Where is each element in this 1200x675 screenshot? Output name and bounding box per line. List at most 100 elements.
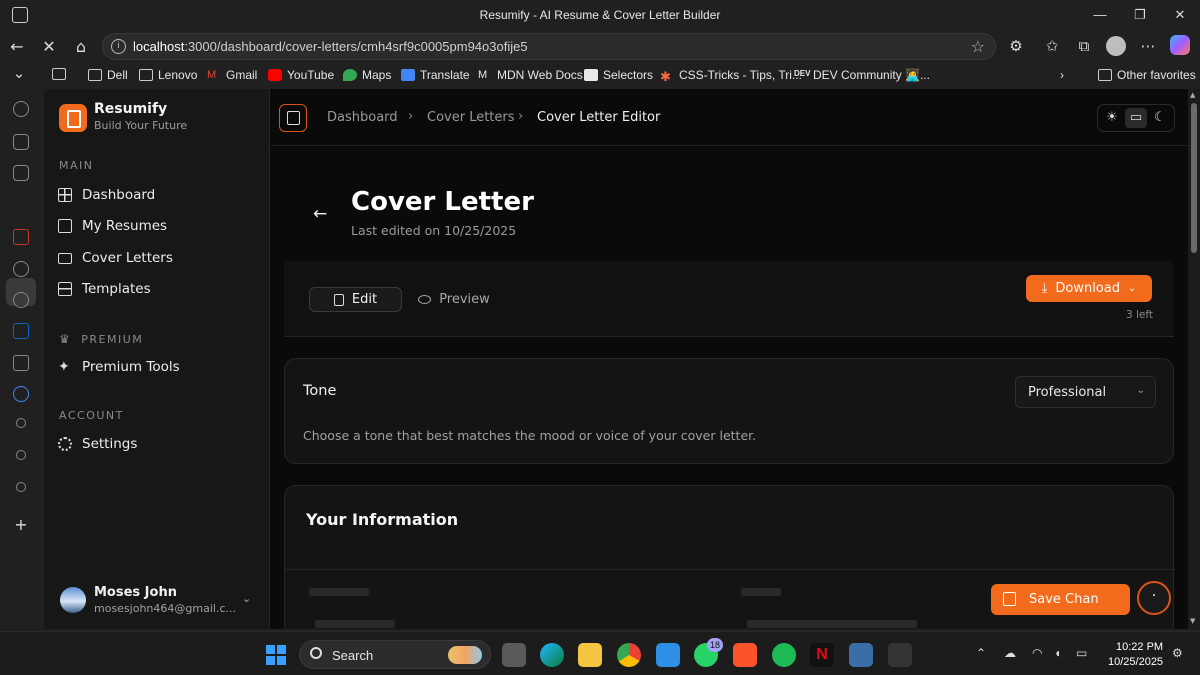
bookmark-selectors[interactable]: Selectors — [584, 68, 653, 82]
notification-icon[interactable]: ⚙ — [1172, 646, 1183, 660]
bookmark-youtube[interactable]: YouTube — [268, 68, 334, 82]
tone-select[interactable]: Professional ⌄ — [1015, 376, 1156, 408]
bookmark-gmail[interactable]: M Gmail — [207, 68, 257, 82]
chevron-down-icon: ⌄ — [1127, 283, 1137, 294]
clock-date[interactable]: 10/25/2025 — [1108, 656, 1163, 668]
sidebar-toggle-button[interactable] — [279, 104, 307, 132]
floating-action-button[interactable]: · — [1137, 581, 1171, 615]
light-theme-sun-icon[interactable]: ☀ — [1101, 108, 1123, 128]
crown-icon: ♛ — [59, 332, 72, 346]
user-name[interactable]: Moses John — [94, 585, 177, 600]
w3c-icon — [584, 69, 598, 81]
bookmarks-overflow-chevron-icon[interactable]: › — [1060, 68, 1064, 82]
favorite-star-icon[interactable]: ☆ — [971, 37, 985, 56]
user-avatar[interactable] — [60, 587, 86, 613]
url-text[interactable]: localhost:3000/dashboard/cover-letters/c… — [133, 39, 528, 54]
linkedin-tab-icon[interactable] — [13, 323, 29, 339]
bookmark-mdn[interactable]: M MDN Web Docs — [478, 68, 583, 82]
bookmark-maps[interactable]: Maps — [343, 68, 391, 82]
tab-icon[interactable] — [13, 292, 29, 308]
breadcrumb-separator-icon: › — [518, 109, 524, 124]
site-info-icon[interactable]: i — [111, 39, 126, 54]
copilot-icon[interactable] — [1170, 35, 1190, 55]
sidebar-item-premium-tools[interactable]: ✦ Premium Tools — [58, 354, 258, 380]
sidebar-item-my-resumes[interactable]: My Resumes — [58, 213, 258, 239]
tab-edit[interactable]: Edit — [309, 287, 402, 312]
profile-avatar[interactable] — [1106, 36, 1126, 56]
favorites-icon[interactable]: ✩ — [1042, 36, 1062, 56]
back-arrow-icon[interactable]: ← — [313, 204, 327, 224]
file-explorer-icon[interactable] — [578, 643, 602, 667]
download-button[interactable]: ⤓ Download ⌄ — [1026, 275, 1152, 302]
x-tab-icon[interactable] — [13, 355, 29, 371]
brand-logo-icon[interactable] — [59, 104, 87, 132]
blurred-field-value[interactable] — [315, 620, 395, 628]
sidebar-item-dashboard[interactable]: Dashboard — [58, 182, 258, 208]
tab-icon[interactable] — [13, 261, 29, 277]
battery-icon[interactable]: ▭ — [1076, 646, 1087, 660]
bookmark-dell[interactable]: Dell — [88, 68, 128, 82]
extensions-icon[interactable]: ⚙ — [1006, 36, 1026, 56]
maximize-button[interactable]: ❐ — [1120, 4, 1160, 26]
save-changes-button[interactable]: Save Chan — [991, 584, 1130, 615]
chrome-icon[interactable] — [617, 643, 641, 667]
bookmark-translate[interactable]: Translate — [401, 68, 470, 82]
expand-tabs-icon[interactable]: ⌄ — [9, 64, 29, 84]
taskbar-search[interactable]: Search — [299, 640, 491, 669]
breadcrumb-dashboard[interactable]: Dashboard — [327, 110, 398, 125]
bookmark-css-tricks[interactable]: ✱ CSS-Tricks - Tips, Tri... — [660, 68, 802, 84]
google-tab-icon[interactable] — [13, 386, 29, 402]
pdf-tab-icon[interactable] — [13, 229, 29, 245]
wifi-icon[interactable]: ◠ — [1032, 646, 1042, 660]
last-edited-text: Last edited on 10/25/2025 — [351, 223, 517, 238]
url-bar[interactable]: i localhost:3000/dashboard/cover-letters… — [102, 33, 996, 60]
sidebar-item-settings[interactable]: Settings — [58, 431, 258, 457]
bookmark-dev-community[interactable]: DEV DEV Community 👩‍💻... — [794, 68, 930, 82]
minimize-button[interactable]: — — [1080, 4, 1120, 26]
system-theme-monitor-icon[interactable]: ▭ — [1125, 108, 1147, 128]
home-icon[interactable]: ⌂ — [70, 36, 92, 58]
sidebar-item-cover-letters[interactable]: Cover Letters — [58, 245, 258, 271]
tab-icon[interactable] — [13, 165, 29, 181]
close-window-button[interactable]: ✕ — [1160, 4, 1200, 26]
network-app-icon[interactable] — [849, 643, 873, 667]
search-tab-icon[interactable] — [16, 418, 26, 428]
windows-start-icon[interactable] — [266, 645, 286, 665]
scroll-up-arrow-icon[interactable]: ▲ — [1190, 91, 1195, 99]
edge-browser-icon[interactable] — [540, 643, 564, 667]
tray-overflow-chevron-icon[interactable]: ⌃ — [976, 646, 986, 660]
bookmark-collections-icon[interactable] — [52, 68, 66, 80]
tab-preview[interactable]: Preview — [409, 287, 499, 312]
top-bar: Dashboard › Cover Letters › Cover Letter… — [271, 89, 1188, 146]
vscode-icon[interactable] — [656, 643, 680, 667]
bookmark-lenovo[interactable]: Lenovo — [139, 68, 197, 82]
terminal-app-icon[interactable] — [888, 643, 912, 667]
search-tab-icon[interactable] — [16, 450, 26, 460]
blurred-field-value[interactable] — [747, 620, 917, 628]
netflix-icon[interactable]: N — [810, 643, 834, 667]
bookmark-other-favorites[interactable]: Other favorites — [1098, 68, 1196, 82]
breadcrumb-cover-letters[interactable]: Cover Letters — [427, 110, 515, 125]
task-view-icon[interactable] — [502, 643, 526, 667]
scroll-down-arrow-icon[interactable]: ▼ — [1190, 617, 1195, 625]
save-icon — [1003, 592, 1016, 606]
tab-icon[interactable] — [13, 134, 29, 150]
search-tab-icon[interactable] — [16, 482, 26, 492]
onedrive-icon[interactable]: ☁ — [1004, 646, 1016, 660]
new-tab-plus-icon[interactable]: + — [10, 514, 32, 536]
chevron-down-icon[interactable]: ⌄ — [242, 592, 251, 605]
back-icon[interactable]: ← — [6, 36, 28, 58]
clock-time[interactable]: 10:22 PM — [1116, 641, 1163, 653]
page-scrollbar[interactable]: ▲ ▼ — [1188, 89, 1200, 629]
dark-theme-moon-icon[interactable]: ☾ — [1149, 108, 1171, 128]
spotify-icon[interactable] — [772, 643, 796, 667]
app-viewport: Resumify Build Your Future MAIN Dashboar… — [44, 89, 1188, 629]
tab-icon[interactable] — [13, 101, 29, 117]
collections-icon[interactable]: ⧉ — [1074, 36, 1094, 56]
brave-icon[interactable] — [733, 643, 757, 667]
stop-loading-icon[interactable]: ✕ — [38, 36, 60, 58]
volume-icon[interactable]: ◖ — [1054, 646, 1061, 660]
sidebar-item-templates[interactable]: Templates — [58, 276, 258, 302]
more-menu-icon[interactable]: ⋯ — [1138, 36, 1158, 56]
scroll-thumb[interactable] — [1191, 103, 1197, 253]
